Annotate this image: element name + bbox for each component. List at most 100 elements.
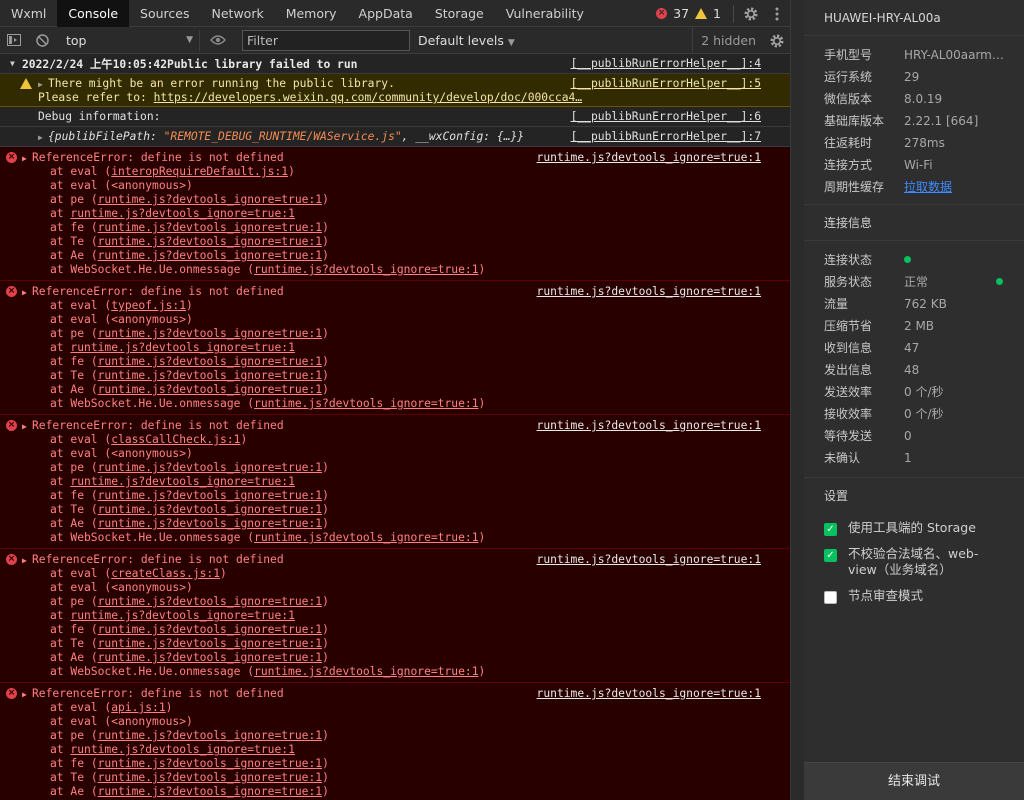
stack-frame-link[interactable]: runtime.js?devtools_ignore=true:1 (98, 595, 322, 608)
tab-sources[interactable]: Sources (129, 0, 200, 27)
expanded-triangle-icon: ▼ (10, 59, 15, 68)
tab-vulnerability[interactable]: Vulnerability (495, 0, 595, 27)
fetch-data-link[interactable]: 拉取数据 (904, 176, 1004, 198)
settings-gear-icon[interactable] (738, 0, 764, 27)
stack-frame-link[interactable]: runtime.js?devtools_ignore=true:1 (70, 609, 294, 622)
stack-frame-link[interactable]: runtime.js?devtools_ignore=true:1 (70, 341, 294, 354)
stack-frame-link[interactable]: runtime.js?devtools_ignore=true:1 (98, 221, 322, 234)
stack-frame-link[interactable]: runtime.js?devtools_ignore=true:1 (98, 729, 322, 742)
eye-icon[interactable] (204, 27, 232, 54)
info-key: 流量 (824, 297, 849, 311)
stack-frame-link[interactable]: runtime.js?devtools_ignore=true:1 (98, 369, 322, 382)
stack-frame-link[interactable]: runtime.js?devtools_ignore=true:1 (98, 249, 322, 262)
stack-frame: at eval (classCallCheck.js:1) (50, 433, 248, 446)
tab-appdata[interactable]: AppData (348, 0, 424, 27)
error-message: × ▶ ReferenceError: define is not defined r… (0, 147, 790, 281)
info-row: 收到信息 47 (804, 337, 1024, 359)
collapsed-triangle-icon[interactable]: ▶ (38, 131, 48, 145)
stack-frame-function: at Ae (50, 517, 85, 530)
info-value: 48 (904, 363, 920, 377)
stack-frame-link[interactable]: typeof.js:1 (111, 299, 186, 312)
source-link[interactable]: runtime.js?devtools_ignore=true:1 (537, 553, 761, 566)
stack-frame: at pe (runtime.js?devtools_ignore=true:1… (50, 729, 329, 742)
stack-frame: at eval (<anonymous>) (22, 313, 790, 327)
doc-link[interactable]: https://developers.weixin.qq.com/communi… (154, 91, 582, 104)
sidebar-toggle-icon[interactable] (0, 27, 28, 54)
connected-status-dot (904, 256, 911, 263)
tab-network[interactable]: Network (201, 0, 275, 27)
collapsed-triangle-icon[interactable]: ▶ (22, 420, 32, 434)
console-scrollbar[interactable] (790, 0, 804, 800)
stack-frame-link[interactable]: runtime.js?devtools_ignore=true:1 (254, 263, 478, 276)
stack-frame-link[interactable]: api.js:1 (111, 701, 165, 714)
log-levels-dropdown[interactable]: Default levels ▼ (418, 33, 515, 48)
collapsed-triangle-icon[interactable]: ▶ (22, 152, 32, 166)
setting-checkbox[interactable]: ✓ (824, 523, 837, 536)
issue-counts[interactable]: × 37 1 (648, 6, 729, 21)
console-group-header[interactable]: ▼ 2022/2/24 上午10:05:42Public library fai… (0, 54, 790, 74)
error-count-icon: × (656, 8, 668, 19)
stack-frame: at fe (runtime.js?devtools_ignore=true:1… (50, 489, 329, 502)
source-link[interactable]: runtime.js?devtools_ignore=true:1 (537, 285, 761, 298)
stack-frame-link[interactable]: runtime.js?devtools_ignore=true:1 (254, 665, 478, 678)
stack-frame-link[interactable]: runtime.js?devtools_ignore=true:1 (98, 503, 322, 516)
stack-frame-link[interactable]: runtime.js?devtools_ignore=true:1 (98, 785, 322, 798)
stack-frame-link[interactable]: runtime.js?devtools_ignore=true:1 (98, 651, 322, 664)
collapsed-triangle-icon[interactable]: ▶ (22, 554, 32, 568)
error-message: × ▶ ReferenceError: define is not defined r… (0, 549, 790, 683)
stack-frame-link[interactable]: runtime.js?devtools_ignore=true:1 (98, 637, 322, 650)
stack-frame: at pe (runtime.js?devtools_ignore=true:1… (50, 193, 329, 206)
source-link[interactable]: runtime.js?devtools_ignore=true:1 (537, 687, 761, 700)
stack-frame-link[interactable]: runtime.js?devtools_ignore=true:1 (98, 623, 322, 636)
stack-frame-link[interactable]: runtime.js?devtools_ignore=true:1 (70, 743, 294, 756)
setting-checkbox[interactable]: ✓ (824, 549, 837, 562)
stack-frame-link[interactable]: runtime.js?devtools_ignore=true:1 (254, 397, 478, 410)
stack-frame-link[interactable]: runtime.js?devtools_ignore=true:1 (98, 771, 322, 784)
info-value: 8.0.19 (904, 92, 943, 106)
error-message: × ▶ ReferenceError: define is not defined r… (0, 683, 790, 800)
filter-input[interactable] (242, 29, 410, 51)
info-value: Wi-Fi (904, 158, 933, 172)
tab-memory[interactable]: Memory (275, 0, 348, 27)
stack-frame-link[interactable]: createClass.js:1 (111, 567, 220, 580)
source-link[interactable]: [__publibRunErrorHelper__]:7 (571, 130, 761, 143)
stack-frame-link[interactable]: interopRequireDefault.js:1 (111, 165, 288, 178)
source-link[interactable]: runtime.js?devtools_ignore=true:1 (537, 419, 761, 432)
stack-frame-link[interactable]: runtime.js?devtools_ignore=true:1 (98, 461, 322, 474)
end-debug-button[interactable]: 结束调试 (804, 762, 1024, 800)
context-selector[interactable]: top ▼ (60, 29, 200, 51)
source-link[interactable]: [__publibRunErrorHelper__]:4 (571, 57, 761, 70)
source-link[interactable]: [__publibRunErrorHelper__]:6 (571, 110, 761, 123)
console-settings-gear-icon[interactable] (764, 27, 790, 54)
more-options-icon[interactable] (764, 0, 790, 27)
devtools-tab-bar: Wxml Console Sources Network Memory AppD… (0, 0, 790, 27)
debug-info-message: Debug information: [__publibRunErrorHelp… (0, 107, 790, 127)
stack-frame-link[interactable]: runtime.js?devtools_ignore=true:1 (70, 475, 294, 488)
stack-frame-link[interactable]: runtime.js?devtools_ignore=true:1 (98, 355, 322, 368)
tab-console[interactable]: Console (57, 0, 130, 27)
stack-frame-link[interactable]: runtime.js?devtools_ignore=true:1 (98, 489, 322, 502)
stack-frame-link[interactable]: runtime.js?devtools_ignore=true:1 (70, 207, 294, 220)
stack-frame: at WebSocket.He.Ue.onmessage (runtime.js… (50, 665, 486, 678)
stack-frame-link[interactable]: runtime.js?devtools_ignore=true:1 (98, 193, 322, 206)
source-link[interactable]: runtime.js?devtools_ignore=true:1 (537, 151, 761, 164)
tab-wxml[interactable]: Wxml (0, 0, 57, 27)
stack-frame: at eval (<anonymous>) (22, 715, 790, 729)
stack-frame-link[interactable]: runtime.js?devtools_ignore=true:1 (98, 757, 322, 770)
source-link[interactable]: [__publibRunErrorHelper__]:5 (571, 77, 761, 90)
tab-storage[interactable]: Storage (424, 0, 495, 27)
error-message: × ▶ ReferenceError: define is not defined r… (0, 281, 790, 415)
collapsed-triangle-icon[interactable]: ▶ (38, 78, 48, 92)
stack-frame-link[interactable]: runtime.js?devtools_ignore=true:1 (254, 531, 478, 544)
stack-frame-link[interactable]: runtime.js?devtools_ignore=true:1 (98, 327, 322, 340)
stack-frame-link[interactable]: classCallCheck.js:1 (111, 433, 240, 446)
stack-frame-link[interactable]: runtime.js?devtools_ignore=true:1 (98, 383, 322, 396)
stack-frame: at eval (typeof.js:1) (50, 299, 193, 312)
stack-frame-link[interactable]: runtime.js?devtools_ignore=true:1 (98, 235, 322, 248)
console-log: ▼ 2022/2/24 上午10:05:42Public library fai… (0, 54, 790, 800)
setting-checkbox[interactable] (824, 591, 837, 604)
stack-frame-link[interactable]: runtime.js?devtools_ignore=true:1 (98, 517, 322, 530)
collapsed-triangle-icon[interactable]: ▶ (22, 688, 32, 702)
collapsed-triangle-icon[interactable]: ▶ (22, 286, 32, 300)
clear-console-icon[interactable] (28, 27, 56, 54)
